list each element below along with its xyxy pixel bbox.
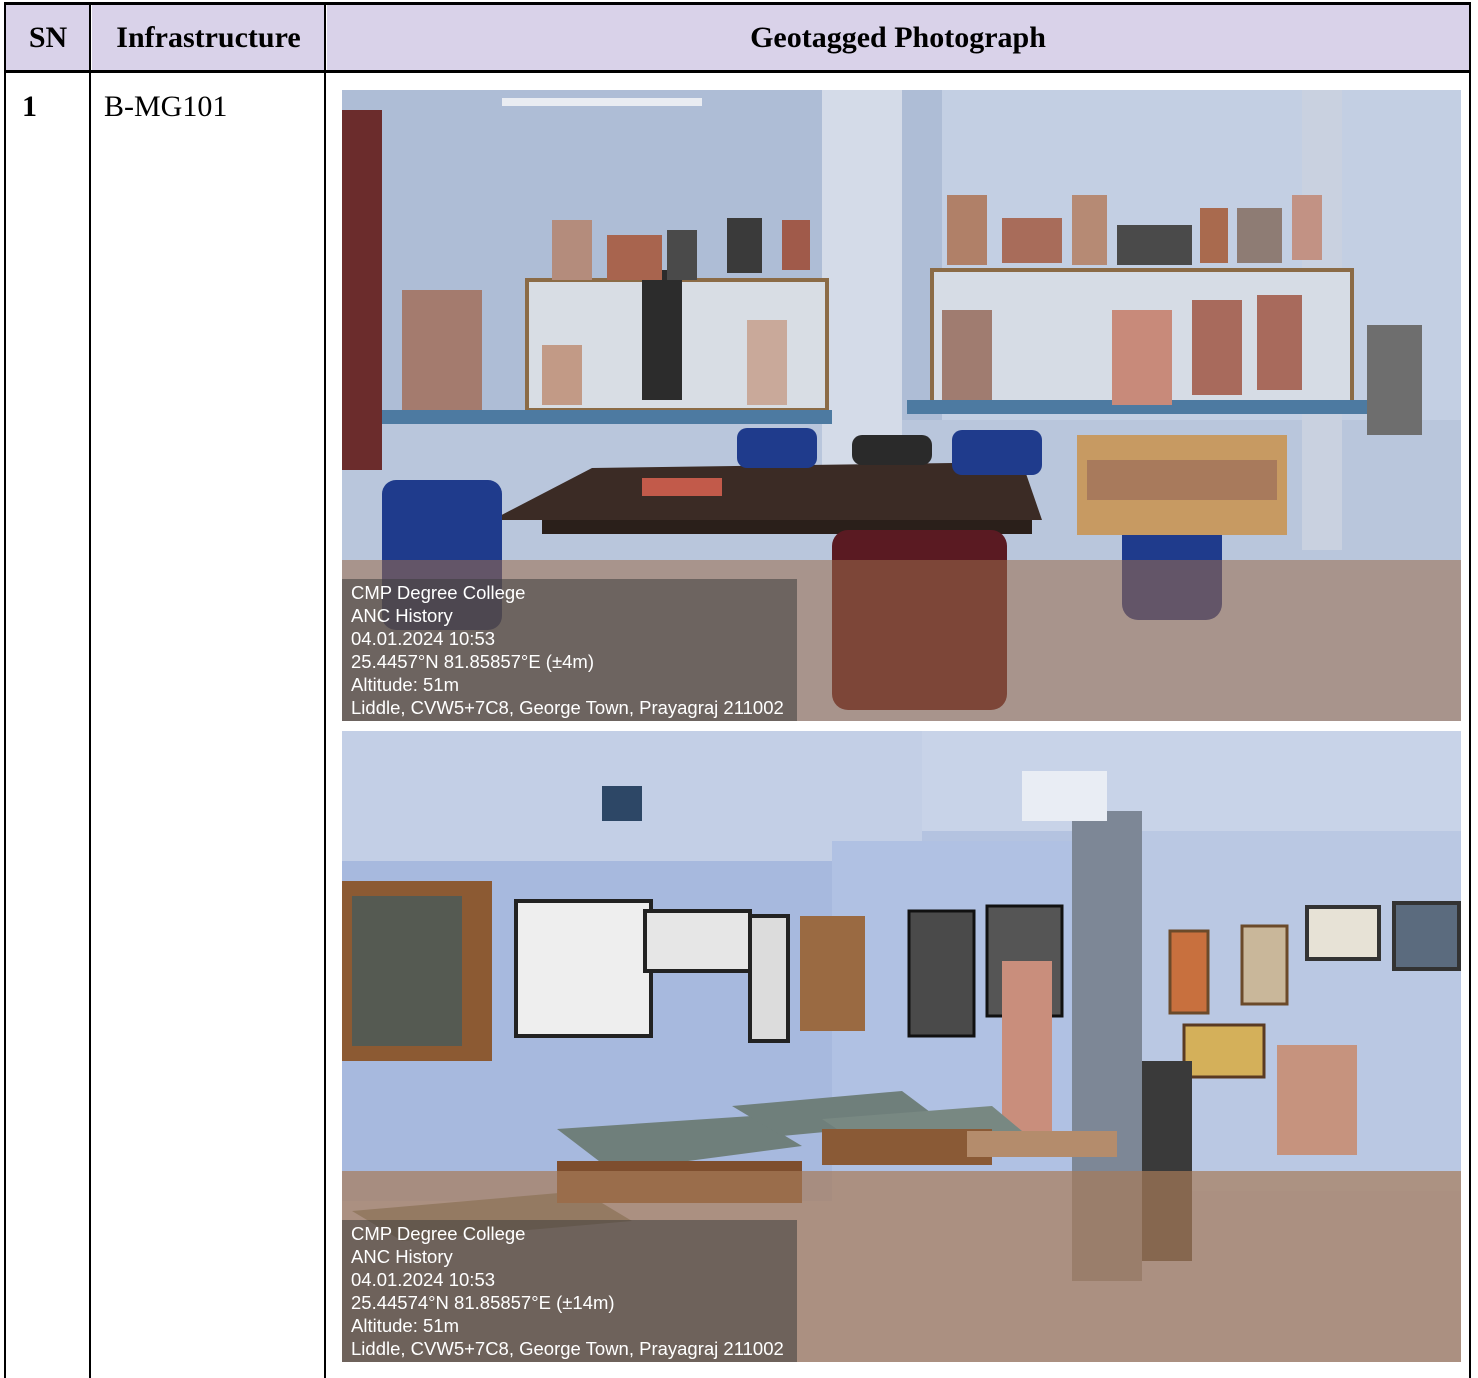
geotag-line: 04.01.2024 10:53 bbox=[351, 628, 496, 649]
geotag-line: CMP Degree College bbox=[351, 1223, 526, 1244]
geotag-line: 25.4457°N 81.85857°E (±4m) bbox=[351, 651, 594, 672]
header-sn: SN bbox=[6, 4, 90, 71]
geotagged-photo: CMP Degree College ANC History 04.01.202… bbox=[342, 731, 1461, 1362]
geotag-overlay: CMP Degree College ANC History 04.01.202… bbox=[342, 579, 797, 721]
geotag-line: Altitude: 51m bbox=[351, 1315, 459, 1336]
geotag-line: Altitude: 51m bbox=[351, 674, 459, 695]
table-border-top bbox=[4, 2, 1471, 5]
row-sn: 1 bbox=[22, 90, 37, 123]
geotagged-photo: CMP Degree College ANC History 04.01.202… bbox=[342, 90, 1461, 721]
header-geotagged-photograph: Geotagged Photograph bbox=[327, 4, 1469, 71]
column-divider bbox=[324, 2, 326, 1378]
geotag-line: ANC History bbox=[351, 605, 453, 626]
row-infrastructure: B-MG101 bbox=[104, 90, 228, 123]
geotag-line: CMP Degree College bbox=[351, 582, 526, 603]
geotag-line: 04.01.2024 10:53 bbox=[351, 1269, 496, 1290]
table-border-left bbox=[4, 2, 6, 1378]
geotag-line: Liddle, CVW5+7C8, George Town, Prayagraj… bbox=[351, 697, 784, 718]
geotag-overlay: CMP Degree College ANC History 04.01.202… bbox=[342, 1220, 797, 1362]
geotag-line: ANC History bbox=[351, 1246, 453, 1267]
geotag-line: 25.44574°N 81.85857°E (±14m) bbox=[351, 1292, 615, 1313]
infrastructure-table: SN Infrastructure Geotagged Photograph 1… bbox=[0, 0, 1478, 1378]
geotag-line: Liddle, CVW5+7C8, George Town, Prayagraj… bbox=[351, 1338, 784, 1359]
header-divider bbox=[4, 70, 1471, 73]
header-infrastructure: Infrastructure bbox=[92, 4, 325, 71]
column-divider bbox=[89, 2, 91, 1378]
table-border-right bbox=[1469, 2, 1471, 1378]
